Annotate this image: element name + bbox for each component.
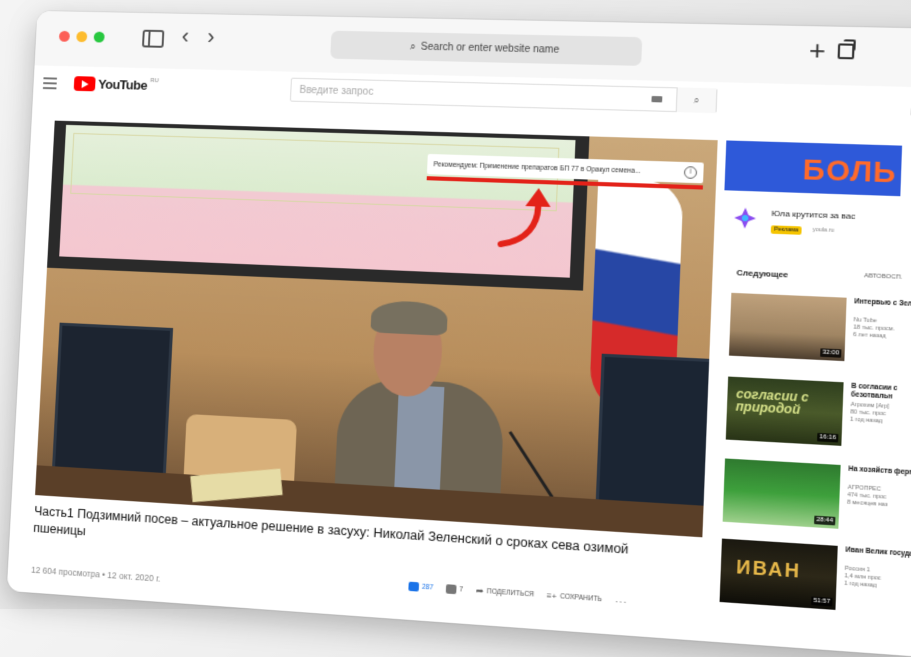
ad-overlay-text: Рекомендуем: Применение препаратов БП 77…	[433, 161, 641, 175]
youtube-logo-text: YouTube	[98, 77, 148, 93]
recommendation-meta: Россия 1 1,4 млн прос 1 год назад	[844, 566, 911, 594]
recommendation-item[interactable]: 32:00 Интервью с Зеленским Nu Tube 18 ты…	[729, 293, 911, 368]
video-thumbnail[interactable]: ИВАН 51:57	[720, 539, 838, 610]
video-thumbnail[interactable]: 28:44	[723, 458, 841, 528]
share-icon: ➦	[475, 585, 483, 597]
search-icon: ⌕	[410, 41, 416, 52]
dislike-count: 7	[459, 586, 463, 594]
tab-overview-icon[interactable]	[838, 43, 855, 59]
search-placeholder: Введите запрос	[299, 84, 373, 97]
up-next-heading: Следующее	[736, 268, 788, 280]
video-duration: 16:16	[817, 433, 838, 443]
save-label: СОХРАНИТЬ	[560, 593, 602, 603]
promo-title: Юла крутится за вас	[771, 209, 855, 221]
recommendation-item[interactable]: 28:44 На хозяйств фермера в АГРОПРЕС 474…	[723, 458, 911, 537]
ad-badge: Реклама	[771, 225, 802, 235]
back-button[interactable]: ‹	[181, 26, 189, 48]
recommendation-title[interactable]: На хозяйств фермера в	[848, 465, 911, 479]
share-button[interactable]: ➦ ПОДЕЛИТЬСЯ	[475, 585, 534, 600]
search-button[interactable]: ⌕	[676, 87, 717, 113]
search-icon: ⌕	[694, 94, 700, 106]
like-count: 287	[422, 584, 434, 592]
video-thumbnail[interactable]: согласии с природой 16:16	[726, 377, 844, 446]
info-icon[interactable]: i	[684, 166, 697, 179]
close-window-button[interactable]	[59, 31, 70, 42]
autoplay-label[interactable]: АВТОВОСП.	[864, 273, 903, 281]
recommendation-item[interactable]: ИВАН 51:57 Иван Велик государе Россия 1 …	[719, 539, 911, 620]
minimize-window-button[interactable]	[76, 31, 87, 42]
video-duration: 51:57	[811, 597, 832, 607]
video-duration: 28:44	[814, 516, 835, 526]
recommendation-title[interactable]: В согласии с безотвальн	[851, 383, 911, 405]
recommendation-meta: Nu Tube 18 тыс. просм. 6 лет назад	[853, 317, 911, 343]
address-placeholder: Search or enter website name	[421, 41, 560, 55]
thumbs-down-icon	[446, 584, 457, 594]
youtube-logo[interactable]: YouTube RU	[74, 76, 159, 93]
thumbnail-text: согласии с природой	[736, 387, 844, 418]
youla-logo-icon	[734, 207, 757, 229]
browser-window: ‹ › ⌕ Search or enter website name + You…	[7, 11, 911, 657]
right-sidebar: БОЛЬ Юла крутится за вас Реклама youla.r…	[707, 140, 911, 648]
share-label: ПОДЕЛИТЬСЯ	[487, 588, 535, 599]
ad-banner[interactable]: БОЛЬ	[724, 140, 902, 196]
video-player[interactable]: Рекомендуем: Применение препаратов БП 77…	[35, 121, 718, 538]
youtube-play-icon	[74, 76, 96, 91]
region-code: RU	[150, 78, 159, 84]
keyboard-icon[interactable]	[651, 96, 662, 102]
annotation-arrow-icon	[490, 187, 556, 253]
promo-ad[interactable]: Юла крутится за вас Реклама youla.ru	[722, 201, 911, 251]
thumbs-up-icon	[408, 582, 419, 592]
video-duration: 32:00	[820, 348, 841, 357]
forward-button[interactable]: ›	[207, 26, 215, 48]
search-input[interactable]: Введите запрос ⌕	[290, 78, 718, 114]
promo-site: youla.ru	[812, 227, 834, 234]
sidebar-toggle-icon[interactable]	[142, 30, 164, 48]
recommendation-meta: Агрохим [Агр] 80 тыс. прос 1 год назад	[850, 402, 911, 429]
save-button[interactable]: ≡+ СОХРАНИТЬ	[547, 591, 603, 604]
recommendation-meta: АГРОПРЕС 474 тыс. прос 8 месяцев наз	[847, 485, 911, 513]
video-actions: 287 7 ➦ ПОДЕЛИТЬСЯ ≡+ СОХРАНИТЬ ···	[408, 581, 628, 608]
playlist-add-icon: ≡+	[547, 591, 557, 601]
like-button[interactable]: 287	[408, 582, 433, 593]
menu-icon[interactable]	[43, 77, 57, 92]
address-bar[interactable]: ⌕ Search or enter website name	[330, 31, 642, 66]
recommendation-item[interactable]: согласии с природой 16:16 В согласии с б…	[726, 377, 911, 454]
view-count-and-date: 12 604 просмотра • 12 окт. 2020 г.	[31, 565, 161, 584]
more-actions-icon[interactable]: ···	[615, 595, 628, 606]
speaker-hair	[370, 300, 448, 336]
video-thumbnail[interactable]: 32:00	[729, 293, 847, 361]
banner-text: БОЛЬ	[802, 153, 897, 190]
recommendation-title[interactable]: Интервью с Зеленским	[854, 298, 911, 310]
zoom-window-button[interactable]	[94, 32, 105, 43]
recommendation-title[interactable]: Иван Велик государе	[845, 546, 911, 560]
new-tab-button[interactable]: +	[808, 34, 826, 67]
dislike-button[interactable]: 7	[446, 584, 464, 595]
thumbnail-text: ИВАН	[736, 556, 802, 583]
